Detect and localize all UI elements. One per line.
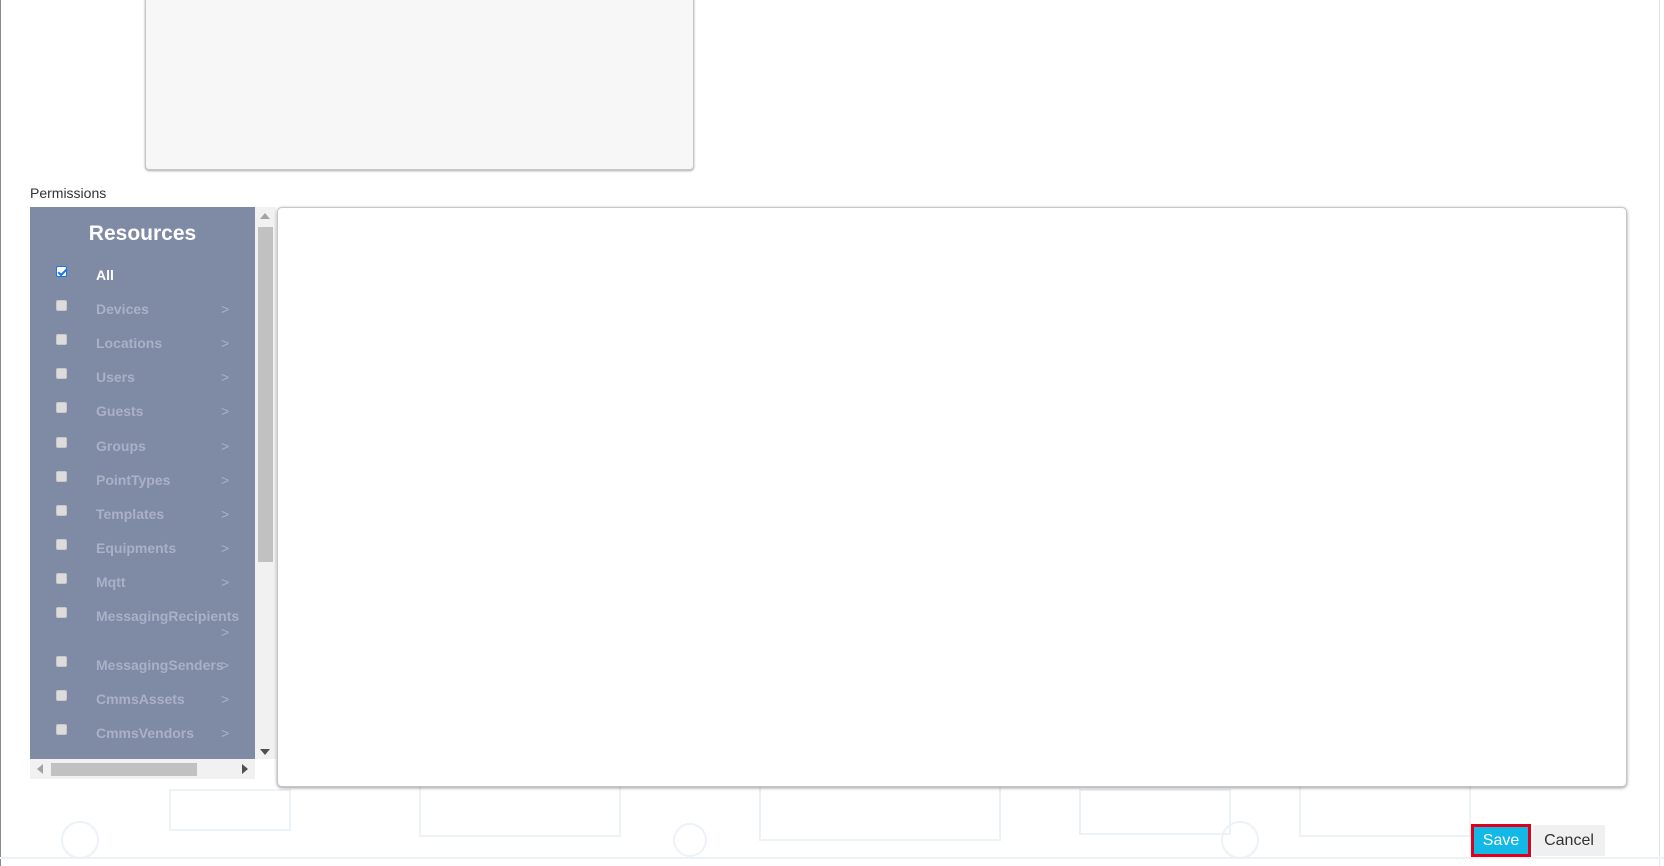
resource-label[interactable]: Devices [96, 301, 149, 317]
resource-label[interactable]: MessagingRecipients [96, 608, 239, 624]
expand-arrow-icon[interactable]: > [221, 540, 229, 556]
expand-arrow-icon[interactable]: > [221, 301, 229, 317]
expand-arrow-icon[interactable]: > [221, 574, 229, 590]
resource-label[interactable]: Templates [96, 506, 164, 522]
description-textarea[interactable] [145, 0, 694, 170]
resource-label[interactable]: CmmsVendors [96, 725, 194, 741]
resource-checkbox[interactable] [56, 607, 67, 618]
resource-checkbox[interactable] [56, 505, 67, 516]
expand-arrow-icon[interactable]: > [221, 403, 229, 419]
resource-item[interactable]: PointTypes > [30, 469, 255, 499]
resource-item[interactable]: All [30, 264, 255, 294]
resource-item[interactable]: Locations > [30, 332, 255, 362]
resource-label[interactable]: Locations [96, 335, 162, 351]
save-button[interactable]: Save [1471, 824, 1531, 857]
expand-arrow-icon[interactable]: > [221, 691, 229, 707]
vertical-scroll-thumb[interactable] [258, 227, 273, 562]
resource-checkbox[interactable] [56, 573, 67, 584]
expand-arrow-icon[interactable]: > [221, 335, 229, 351]
scroll-up-icon[interactable] [260, 213, 270, 219]
resource-item[interactable]: Devices > [30, 298, 255, 328]
permissions-label: Permissions [30, 185, 107, 201]
scroll-down-icon[interactable] [260, 749, 270, 755]
resource-item[interactable]: Mqtt > [30, 571, 255, 601]
resource-label[interactable]: Guests [96, 403, 143, 419]
expand-arrow-icon[interactable]: > [221, 472, 229, 488]
resource-item[interactable]: Groups > [30, 435, 255, 465]
cancel-button[interactable]: Cancel [1533, 825, 1605, 856]
resource-checkbox[interactable] [56, 368, 67, 379]
expand-arrow-icon[interactable]: > [221, 506, 229, 522]
resource-item[interactable]: Equipments > [30, 537, 255, 567]
resource-label[interactable]: Equipments [96, 540, 176, 556]
resource-label[interactable]: CmmsAssets [96, 691, 185, 707]
resource-checkbox[interactable] [56, 471, 67, 482]
expand-arrow-icon[interactable]: > [221, 369, 229, 385]
scroll-right-icon[interactable] [242, 764, 248, 774]
expand-arrow-icon[interactable]: > [221, 725, 229, 741]
resource-checkbox[interactable] [56, 690, 67, 701]
resource-label[interactable]: Mqtt [96, 574, 126, 590]
resource-label[interactable]: Users [96, 369, 135, 385]
resource-checkbox[interactable] [56, 266, 67, 277]
resource-checkbox[interactable] [56, 539, 67, 550]
resource-label[interactable]: Groups [96, 438, 146, 454]
resource-item[interactable]: Guests > [30, 400, 255, 430]
resource-checkbox[interactable] [56, 724, 67, 735]
scroll-left-icon[interactable] [37, 764, 43, 774]
resource-label[interactable]: All [96, 267, 114, 283]
resources-title: Resources [88, 222, 197, 245]
resource-checkbox[interactable] [56, 656, 67, 667]
resource-checkbox[interactable] [56, 437, 67, 448]
resource-item[interactable]: CmmsVendors > [30, 722, 255, 752]
resources-vertical-scrollbar[interactable] [255, 207, 276, 759]
permissions-detail-panel [277, 207, 1627, 787]
expand-arrow-icon[interactable]: > [221, 438, 229, 454]
resources-horizontal-scrollbar[interactable] [30, 759, 255, 779]
resource-item[interactable]: MessagingSenders > [30, 654, 255, 684]
resource-checkbox[interactable] [56, 402, 67, 413]
resource-label[interactable]: PointTypes [96, 472, 170, 488]
resource-item[interactable]: CmmsAssets > [30, 688, 255, 718]
resource-item[interactable]: MessagingRecipients > [30, 605, 255, 640]
expand-arrow-icon[interactable]: > [221, 624, 229, 640]
expand-arrow-icon[interactable]: > [221, 657, 229, 673]
resource-label[interactable]: MessagingSenders [96, 657, 224, 673]
resource-checkbox[interactable] [56, 334, 67, 345]
resource-item[interactable]: Users > [30, 366, 255, 396]
resources-panel: Resources All Devices > Locations > Users > Gue… [30, 207, 255, 759]
resource-item[interactable]: Templates > [30, 503, 255, 533]
horizontal-scroll-thumb[interactable] [51, 763, 197, 776]
resource-checkbox[interactable] [56, 300, 67, 311]
